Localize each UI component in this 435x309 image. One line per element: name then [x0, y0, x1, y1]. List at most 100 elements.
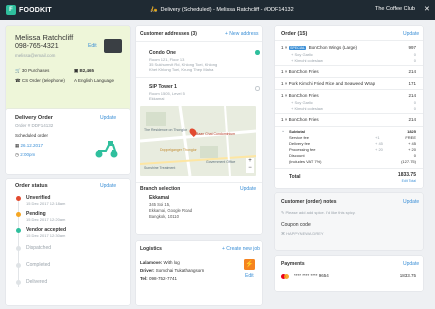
note-icon: ✎ [281, 210, 285, 215]
status-dot-todo [16, 263, 21, 268]
notes-title: Customer (order) notes [281, 199, 337, 205]
summary-value: + 20 [408, 147, 416, 152]
modifier-price: 0 [413, 52, 416, 57]
driver-value: Somchai Tukathangsorn [155, 268, 205, 273]
notes-text: ✎ Please add add spice. I'd like this sp… [281, 210, 356, 215]
item-modifier: + Kimchi coleslaw [291, 58, 323, 63]
item-modifier: + Soy Garlic [291, 100, 313, 105]
collapse-summary-icon[interactable]: ⌄ [281, 128, 285, 134]
customer-phone[interactable]: 098-765-4321 [15, 43, 59, 50]
edit-customer-button[interactable]: Edit [88, 43, 97, 49]
customer-stat-purchases: 🛒 30 Purchases [15, 68, 49, 74]
item-qty: 1 × [281, 81, 288, 86]
date-value: 26.12.2017 [20, 143, 44, 148]
update-payments-button[interactable]: Update [403, 261, 419, 267]
cart-icon: 🛒 [15, 68, 21, 73]
stat-value: English Language [78, 78, 115, 83]
coupon-value: HAPPYNEWA DREY [286, 231, 324, 236]
create-job-button[interactable]: + Create new job [222, 246, 260, 252]
logistics-title: Logistics [140, 246, 162, 252]
order-card: Order (15) Update 1 × SPECIAL BonChon Wi… [275, 26, 423, 188]
item-qty: 1 × [281, 93, 288, 98]
summary-label: Delivery fee [289, 141, 311, 146]
branch-title: Branch selection [140, 186, 181, 192]
total-value: 1833.75 [397, 172, 416, 178]
delivery-order-card: Delivery Order Order # DDF14132 Update S… [6, 109, 130, 174]
edit-logistics-button[interactable]: Edit [245, 273, 254, 279]
logistics-card: Logistics + Create new job Lalamove: Wit… [136, 241, 262, 305]
item-qty: 1 × [281, 69, 288, 74]
summary-value: FREE [405, 135, 416, 140]
status-step-time: 15 Dec 2017 12:30am [26, 233, 66, 238]
update-branch-button[interactable]: Update [240, 186, 256, 192]
avatar [104, 39, 122, 53]
new-address-button[interactable]: + New address [225, 31, 259, 37]
logo-icon: F [6, 5, 16, 15]
item-name: BonChon Fries [288, 69, 319, 74]
zoom-out-button[interactable]: − [246, 165, 254, 172]
address-line: Khet Khlong Toei, Krung Thep Maha [149, 67, 214, 72]
update-delivery-button[interactable]: Update [100, 115, 116, 121]
modifier-price: 0 [413, 100, 416, 105]
update-order-button[interactable]: Update [403, 31, 419, 37]
address-name: Condo One [149, 50, 176, 56]
zoom-control[interactable]: + − [246, 158, 254, 173]
customer-stat-channel: ☎ CS Order (telephone) [15, 78, 65, 84]
summary-prefix: +1 [375, 135, 380, 140]
service-value: With log [163, 260, 180, 265]
update-status-button[interactable]: Update [100, 183, 116, 189]
map-label: Doppelganger Thonglor [160, 148, 197, 152]
map-label: Baan Chat Condominium [196, 132, 236, 136]
radio-button[interactable] [255, 50, 260, 55]
map[interactable]: The Residence on Thonglor Baan Chat Cond… [140, 106, 256, 176]
card-number: **** **** **** 9654 [294, 273, 329, 278]
modifier-price: 0 [413, 58, 416, 63]
radio-button[interactable] [255, 86, 260, 91]
notes-card: Customer (order) notes Update ✎ Please a… [275, 193, 423, 250]
addresses-card: Customer addresses (3) + New address Con… [136, 26, 262, 234]
time-value: 2:00pm [20, 152, 36, 157]
calendar-icon: ▦ [15, 143, 20, 148]
brand-logo[interactable]: F FOODKIT [6, 4, 52, 16]
special-badge: SPECIAL [288, 46, 307, 50]
zoom-in-button[interactable]: + [246, 158, 254, 165]
item-modifier: + Kimchi coleslaw [291, 106, 323, 111]
map-label: Government Office [206, 160, 236, 164]
address-line: Ekkamai [149, 96, 165, 101]
map-label: Sunshine Treatment [144, 166, 176, 170]
summary-label: Discount [289, 153, 305, 158]
coupon-code: ⌘ HAPPYNEWA DREY [281, 231, 324, 236]
summary-prefix: + 20 [375, 147, 383, 152]
update-notes-button[interactable]: Update [403, 199, 419, 205]
scooter-illustration [95, 141, 118, 158]
top-bar: F FOODKIT 🛵 Delivery (Scheduled) - Melis… [0, 0, 435, 20]
summary-label: Service fee [289, 135, 310, 140]
logistics-service: Lalamove: With log [140, 260, 180, 265]
money-icon: ▣ [74, 68, 79, 73]
status-dot-todo [16, 246, 21, 251]
logistics-tel: Tel: 098-752-7741 [140, 276, 177, 281]
customer-name: Melissa Ratchcliff [15, 33, 74, 42]
customer-email[interactable]: melissa@email.com [15, 53, 55, 58]
close-icon[interactable]: ✕ [424, 5, 430, 13]
item-name: Pork Kimchi Fried Rice and Seaweed Wrap [288, 81, 376, 86]
item-price: 214 [408, 93, 416, 98]
branch-address: 345 Soi 15, [149, 202, 171, 207]
address-name: SIP Tower 1 [149, 84, 177, 90]
clock-icon: ◷ [15, 152, 19, 157]
item-name: BonChon Wings (Large) [308, 45, 357, 50]
summary-label: (includes VAT 7%) [289, 159, 322, 164]
item-price: 214 [408, 117, 416, 122]
summary-value: 1825 [407, 129, 416, 134]
customer-stat-spend: ▣ B2,465 [74, 68, 94, 74]
order-title: Order (15) [281, 31, 308, 37]
item-price: 171 [408, 81, 416, 86]
status-dot-todo [16, 280, 21, 285]
driver-label: Driver: [140, 268, 155, 273]
status-step-time: 15 Dec 2017 12:18am [26, 201, 66, 206]
store-name[interactable]: The Coffee Club [375, 6, 415, 12]
order-title-text: Delivery (Scheduled) - Melissa Ratchclif… [160, 6, 294, 13]
payments-title: Payments [281, 261, 305, 267]
edit-total-link[interactable]: Edit Total [402, 179, 416, 183]
order-item-line: 1 × Pork Kimchi Fried Rice and Seaweed W… [281, 81, 375, 86]
